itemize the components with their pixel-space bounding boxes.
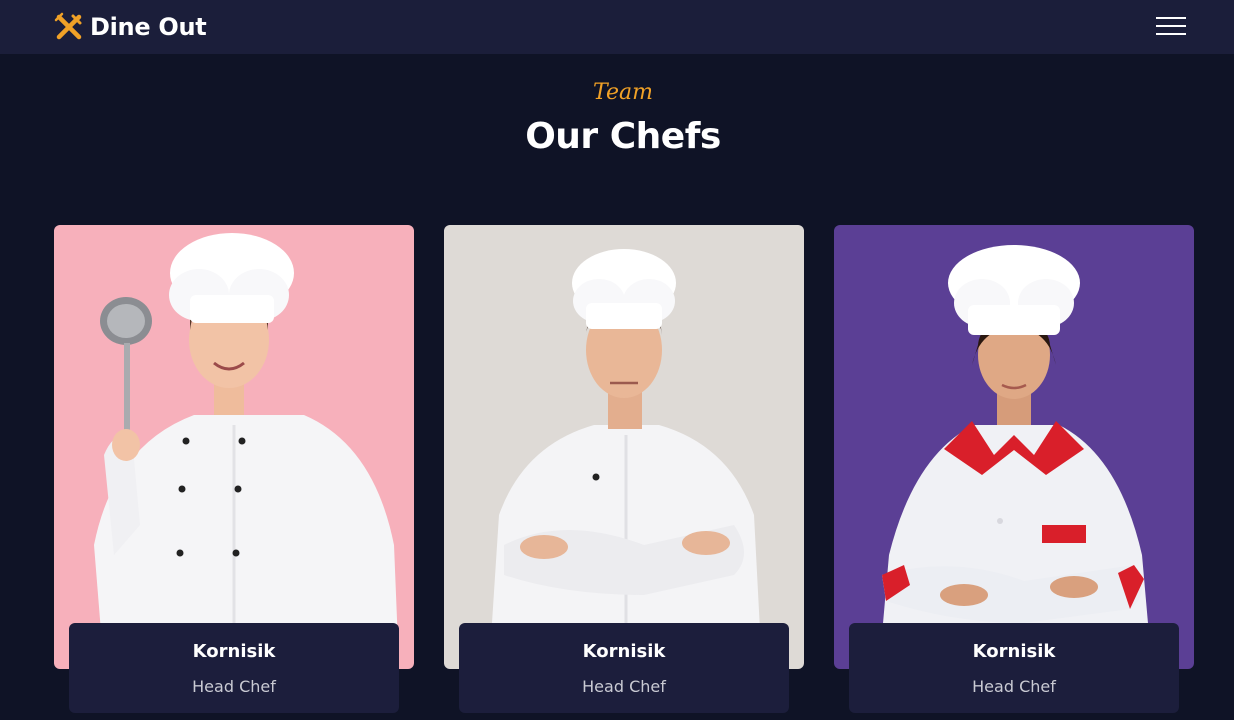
navbar: Dine Out bbox=[0, 0, 1234, 54]
chef-role: Head Chef bbox=[582, 677, 666, 696]
chef-card[interactable]: Kornisik Head Chef bbox=[834, 225, 1194, 720]
chef-illustration bbox=[444, 225, 804, 669]
chef-info-panel: Kornisik Head Chef bbox=[459, 623, 789, 713]
chef-photo bbox=[54, 225, 414, 669]
brand-logo-link[interactable]: Dine Out bbox=[54, 10, 207, 44]
chef-card[interactable]: Kornisik Head Chef bbox=[54, 225, 414, 720]
chef-name: Kornisik bbox=[582, 641, 666, 662]
chef-illustration bbox=[54, 225, 414, 669]
chef-role: Head Chef bbox=[972, 677, 1056, 696]
chef-info-panel: Kornisik Head Chef bbox=[849, 623, 1179, 713]
chef-name: Kornisik bbox=[972, 641, 1056, 662]
chef-photo bbox=[834, 225, 1194, 669]
hamburger-menu-button[interactable] bbox=[1152, 14, 1186, 38]
chef-name: Kornisik bbox=[192, 641, 276, 662]
chef-photo bbox=[444, 225, 804, 669]
chef-role: Head Chef bbox=[192, 677, 276, 696]
chef-card[interactable]: Kornisik Head Chef bbox=[444, 225, 804, 720]
fork-knife-icon bbox=[54, 12, 82, 40]
chef-illustration bbox=[834, 225, 1194, 669]
section-eyebrow: Team bbox=[593, 80, 653, 105]
section-title: Our Chefs bbox=[525, 116, 721, 157]
hamburger-menu-icon bbox=[1156, 17, 1186, 19]
brand-name: Dine Out bbox=[90, 13, 207, 41]
chef-info-panel: Kornisik Head Chef bbox=[69, 623, 399, 713]
